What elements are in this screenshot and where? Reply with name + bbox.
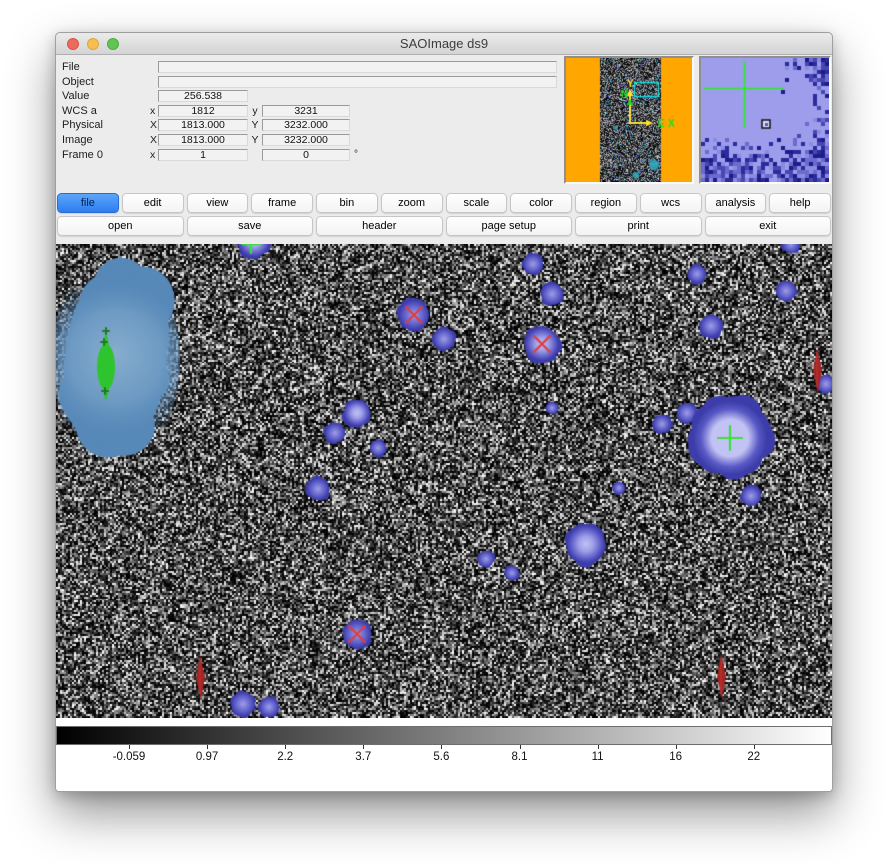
file-label: File — [62, 61, 150, 73]
colorbar-tick-label: 5.6 — [433, 751, 449, 763]
ds9-window: SAOImage ds9 File Object Value — [55, 32, 833, 792]
menu-zoom-button[interactable]: zoom — [381, 193, 443, 213]
menu-file-button[interactable]: file — [57, 193, 119, 213]
menu-bar: file edit view frame bin zoom scale colo… — [56, 193, 832, 213]
file-actions-bar: open save header page setup print exit — [56, 216, 832, 236]
frame-label: Frame 0 — [62, 149, 150, 161]
value-field[interactable] — [158, 90, 248, 102]
degree-symbol: ° — [354, 149, 358, 160]
print-button[interactable]: print — [575, 216, 702, 236]
wcs-label: WCS a — [62, 105, 150, 117]
desktop-background: SAOImage ds9 File Object Value — [0, 0, 889, 862]
file-field[interactable] — [158, 61, 557, 73]
image-y-label: Y — [248, 134, 262, 146]
colorbar-tick-label: 8.1 — [512, 751, 528, 763]
colorbar-gradient[interactable] — [56, 726, 832, 745]
colorbar-tick — [520, 745, 521, 749]
colorbar-tick — [754, 745, 755, 749]
physical-x-label: X — [150, 119, 158, 131]
magnifier-canvas[interactable] — [701, 58, 829, 182]
exit-button[interactable]: exit — [705, 216, 832, 236]
colorbar-tick — [285, 745, 286, 749]
colorbar-tick — [676, 745, 677, 749]
physical-label: Physical — [62, 119, 150, 131]
info-row-physical: Physical X Y — [62, 119, 557, 131]
colorbar-tick — [129, 745, 130, 749]
menu-scale-button[interactable]: scale — [446, 193, 508, 213]
physical-y-label: Y — [248, 119, 262, 131]
colorbar-tick-label: 3.7 — [355, 751, 371, 763]
image-display-area — [56, 244, 832, 718]
header-button[interactable]: header — [316, 216, 443, 236]
menu-color-button[interactable]: color — [510, 193, 572, 213]
colorbar-tick-label: -0.059 — [113, 751, 146, 763]
magnifier — [699, 56, 831, 184]
colorbar-tick — [207, 745, 208, 749]
info-row-frame: Frame 0 x ° — [62, 149, 557, 161]
open-button[interactable]: open — [57, 216, 184, 236]
wcs-y-label: y — [248, 105, 262, 117]
image-canvas[interactable] — [56, 244, 832, 718]
save-button[interactable]: save — [187, 216, 314, 236]
traffic-lights — [67, 38, 119, 50]
close-button[interactable] — [67, 38, 79, 50]
menu-region-button[interactable]: region — [575, 193, 637, 213]
value-label: Value — [62, 90, 150, 102]
minimize-button[interactable] — [87, 38, 99, 50]
wcs-x-field[interactable] — [158, 105, 248, 117]
colorbar-tick-label: 16 — [669, 751, 682, 763]
image-y-field[interactable] — [262, 134, 350, 146]
info-row-image: Image X Y — [62, 134, 557, 146]
info-row-object: Object — [62, 76, 557, 88]
physical-x-field[interactable] — [158, 119, 248, 131]
colorbar: -0.059 0.97 2.2 3.7 5.6 8.1 11 16 22 — [56, 718, 832, 791]
colorbar-tick-label: 0.97 — [196, 751, 218, 763]
window-title: SAOImage ds9 — [56, 33, 832, 54]
colorbar-tick — [598, 745, 599, 749]
colorbar-tick-label: 2.2 — [277, 751, 293, 763]
info-bar: File Object Value WCS a x — [56, 55, 832, 187]
panner — [564, 56, 694, 184]
image-label: Image — [62, 134, 150, 146]
menu-edit-button[interactable]: edit — [122, 193, 184, 213]
menu-view-button[interactable]: view — [187, 193, 249, 213]
page-setup-button[interactable]: page setup — [446, 216, 573, 236]
object-field[interactable] — [158, 76, 557, 88]
info-row-wcs: WCS a x y — [62, 105, 557, 117]
titlebar[interactable]: SAOImage ds9 — [56, 33, 832, 55]
menu-bin-button[interactable]: bin — [316, 193, 378, 213]
colorbar-tick — [363, 745, 364, 749]
frame-x-label: x — [150, 149, 158, 161]
frame-angle-field[interactable] — [262, 149, 350, 161]
physical-y-field[interactable] — [262, 119, 350, 131]
object-label: Object — [62, 76, 150, 88]
wcs-x-label: x — [150, 105, 158, 117]
frame-x-field[interactable] — [158, 149, 248, 161]
info-row-value: Value — [62, 90, 557, 102]
colorbar-tick — [441, 745, 442, 749]
menu-wcs-button[interactable]: wcs — [640, 193, 702, 213]
menu-analysis-button[interactable]: analysis — [705, 193, 767, 213]
menu-help-button[interactable]: help — [769, 193, 831, 213]
fullscreen-button[interactable] — [107, 38, 119, 50]
info-panel: File Object Value WCS a x — [62, 61, 557, 163]
image-x-field[interactable] — [158, 134, 248, 146]
wcs-y-field[interactable] — [262, 105, 350, 117]
image-x-label: X — [150, 134, 158, 146]
panner-canvas[interactable] — [566, 58, 692, 182]
info-row-file: File — [62, 61, 557, 73]
menu-frame-button[interactable]: frame — [251, 193, 313, 213]
colorbar-tick-label: 11 — [592, 751, 604, 763]
colorbar-tick-label: 22 — [747, 751, 760, 763]
